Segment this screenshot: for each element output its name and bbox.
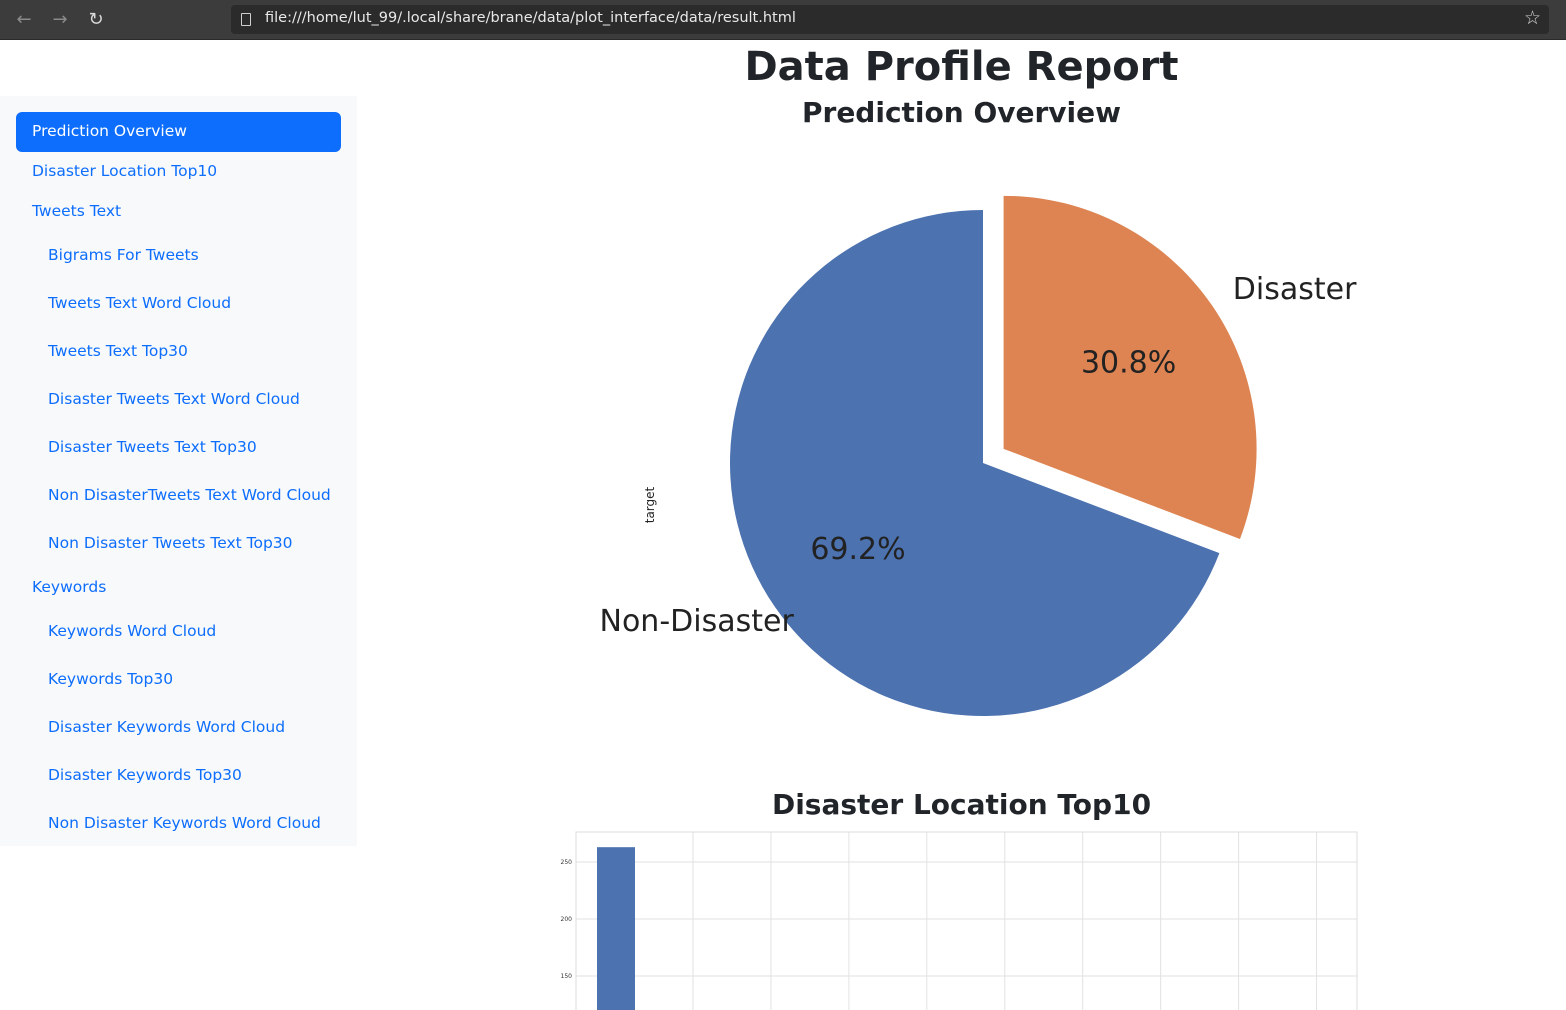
sidebar-item-non-disaster-tweets-top30[interactable]: Non Disaster Tweets Text Top30 <box>48 534 293 552</box>
sidebar-item-disaster-location-top10[interactable]: Disaster Location Top10 <box>32 162 217 180</box>
bar-chart-grid <box>576 832 1357 1010</box>
bookmark-star-icon[interactable]: ☆ <box>1524 7 1541 29</box>
bar-location-1 <box>597 847 635 1010</box>
forward-arrow-icon[interactable]: → <box>48 8 72 32</box>
sidebar-item-prediction-overview[interactable]: Prediction Overview <box>16 112 341 152</box>
sidebar-item-disaster-tweets-word-cloud[interactable]: Disaster Tweets Text Word Cloud <box>48 390 300 408</box>
page-document-icon <box>241 13 251 26</box>
sidebar-item-disaster-tweets-top30[interactable]: Disaster Tweets Text Top30 <box>48 438 257 456</box>
bar-ytick-label: 150 <box>561 973 573 980</box>
back-arrow-icon[interactable]: ← <box>12 8 36 32</box>
sidebar-item-disaster-keywords-word-cloud[interactable]: Disaster Keywords Word Cloud <box>48 718 285 736</box>
sidebar-item-tweets-text-word-cloud[interactable]: Tweets Text Word Cloud <box>48 294 231 312</box>
pie-category-label-disaster: Disaster <box>1233 272 1357 307</box>
pie-value-label-disaster: 30.8% <box>1081 346 1176 381</box>
reload-icon[interactable]: ↻ <box>84 8 108 32</box>
page-title: Data Profile Report <box>744 44 1179 90</box>
sidebar-item-keywords-top30[interactable]: Keywords Top30 <box>48 670 173 688</box>
section-title-disaster-location: Disaster Location Top10 <box>771 788 1152 821</box>
sidebar-item-keywords[interactable]: Keywords <box>32 578 106 596</box>
report-content: Data Profile Report Prediction Overview … <box>357 40 1566 1010</box>
pie-ylabel: target <box>643 486 657 523</box>
sidebar-item-keywords-word-cloud[interactable]: Keywords Word Cloud <box>48 622 216 640</box>
address-bar[interactable]: file:///home/lut_99/.local/share/brane/d… <box>231 5 1549 34</box>
sidebar-item-disaster-keywords-top30[interactable]: Disaster Keywords Top30 <box>48 766 242 784</box>
sidebar-nav: Prediction Overview Disaster Location To… <box>0 96 357 846</box>
sidebar-item-tweets-text-top30[interactable]: Tweets Text Top30 <box>48 342 188 360</box>
sidebar-item-non-disaster-keywords-word-cloud[interactable]: Non Disaster Keywords Word Cloud <box>48 814 321 832</box>
prediction-pie-chart: target 30.8% 69.2% Disaster Non-Disaster <box>600 195 1357 716</box>
bar-ytick-label: 200 <box>561 916 573 923</box>
address-bar-url[interactable]: file:///home/lut_99/.local/share/brane/d… <box>265 10 796 26</box>
sidebar-item-non-disaster-tweets-word-cloud[interactable]: Non DisasterTweets Text Word Cloud <box>48 486 331 504</box>
pie-value-label-non-disaster: 69.2% <box>810 532 905 567</box>
sidebar-item-tweets-text[interactable]: Tweets Text <box>32 202 121 220</box>
pie-category-label-non-disaster: Non-Disaster <box>600 604 795 639</box>
disaster-location-bar-chart: 250 200 150 <box>561 831 1358 1010</box>
section-title-prediction-overview: Prediction Overview <box>801 96 1122 129</box>
browser-toolbar: ← → ↻ file:///home/lut_99/.local/share/b… <box>0 0 1566 40</box>
bar-ytick-label: 250 <box>561 859 573 866</box>
sidebar-item-bigrams-for-tweets[interactable]: Bigrams For Tweets <box>48 246 199 264</box>
